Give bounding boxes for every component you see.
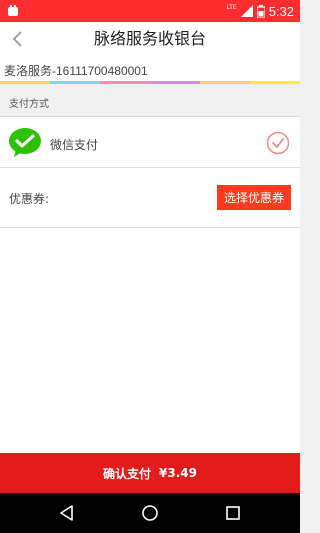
status-bar: LTE 5:32 (0, 0, 300, 22)
content-area (0, 228, 300, 453)
page-title: 脉络服务收银台 (93, 29, 206, 48)
confirm-pay-button[interactable]: 确认支付 ¥3.49 (0, 453, 300, 493)
network-label: LTE (226, 4, 237, 11)
wechat-pay-option[interactable]: 微信支付 (0, 116, 300, 168)
order-number: 麦洛服务-16111700480001 (4, 64, 148, 78)
check-circle-icon (266, 131, 290, 155)
select-coupon-button[interactable]: 选择优惠券 (217, 185, 291, 210)
confirm-pay-label: 确认支付 (103, 466, 152, 481)
system-nav-bar (0, 493, 300, 533)
chevron-left-icon (12, 31, 22, 47)
order-info-row: 麦洛服务-16111700480001 (0, 56, 300, 84)
recents-square-icon[interactable] (223, 503, 243, 523)
wechat-pay-label: 微信支付 (50, 138, 99, 152)
status-indicators: LTE 5:32 (227, 0, 294, 22)
header: 脉络服务收银台 (0, 22, 300, 56)
back-triangle-icon[interactable] (57, 503, 77, 523)
clock: 5:32 (268, 3, 294, 19)
home-circle-icon[interactable] (140, 503, 160, 523)
payment-section-label: 支付方式 (9, 99, 49, 110)
app-icon (8, 5, 18, 16)
wechat-icon (9, 128, 41, 157)
rainbow-divider (0, 81, 300, 84)
coupon-row: 优惠券: 选择优惠券 (0, 168, 300, 228)
battery-icon (256, 4, 265, 18)
back-button[interactable] (4, 26, 30, 52)
signal-icon (240, 5, 253, 17)
coupon-label: 优惠券: (9, 192, 50, 206)
pay-amount: ¥3.49 (159, 466, 197, 480)
